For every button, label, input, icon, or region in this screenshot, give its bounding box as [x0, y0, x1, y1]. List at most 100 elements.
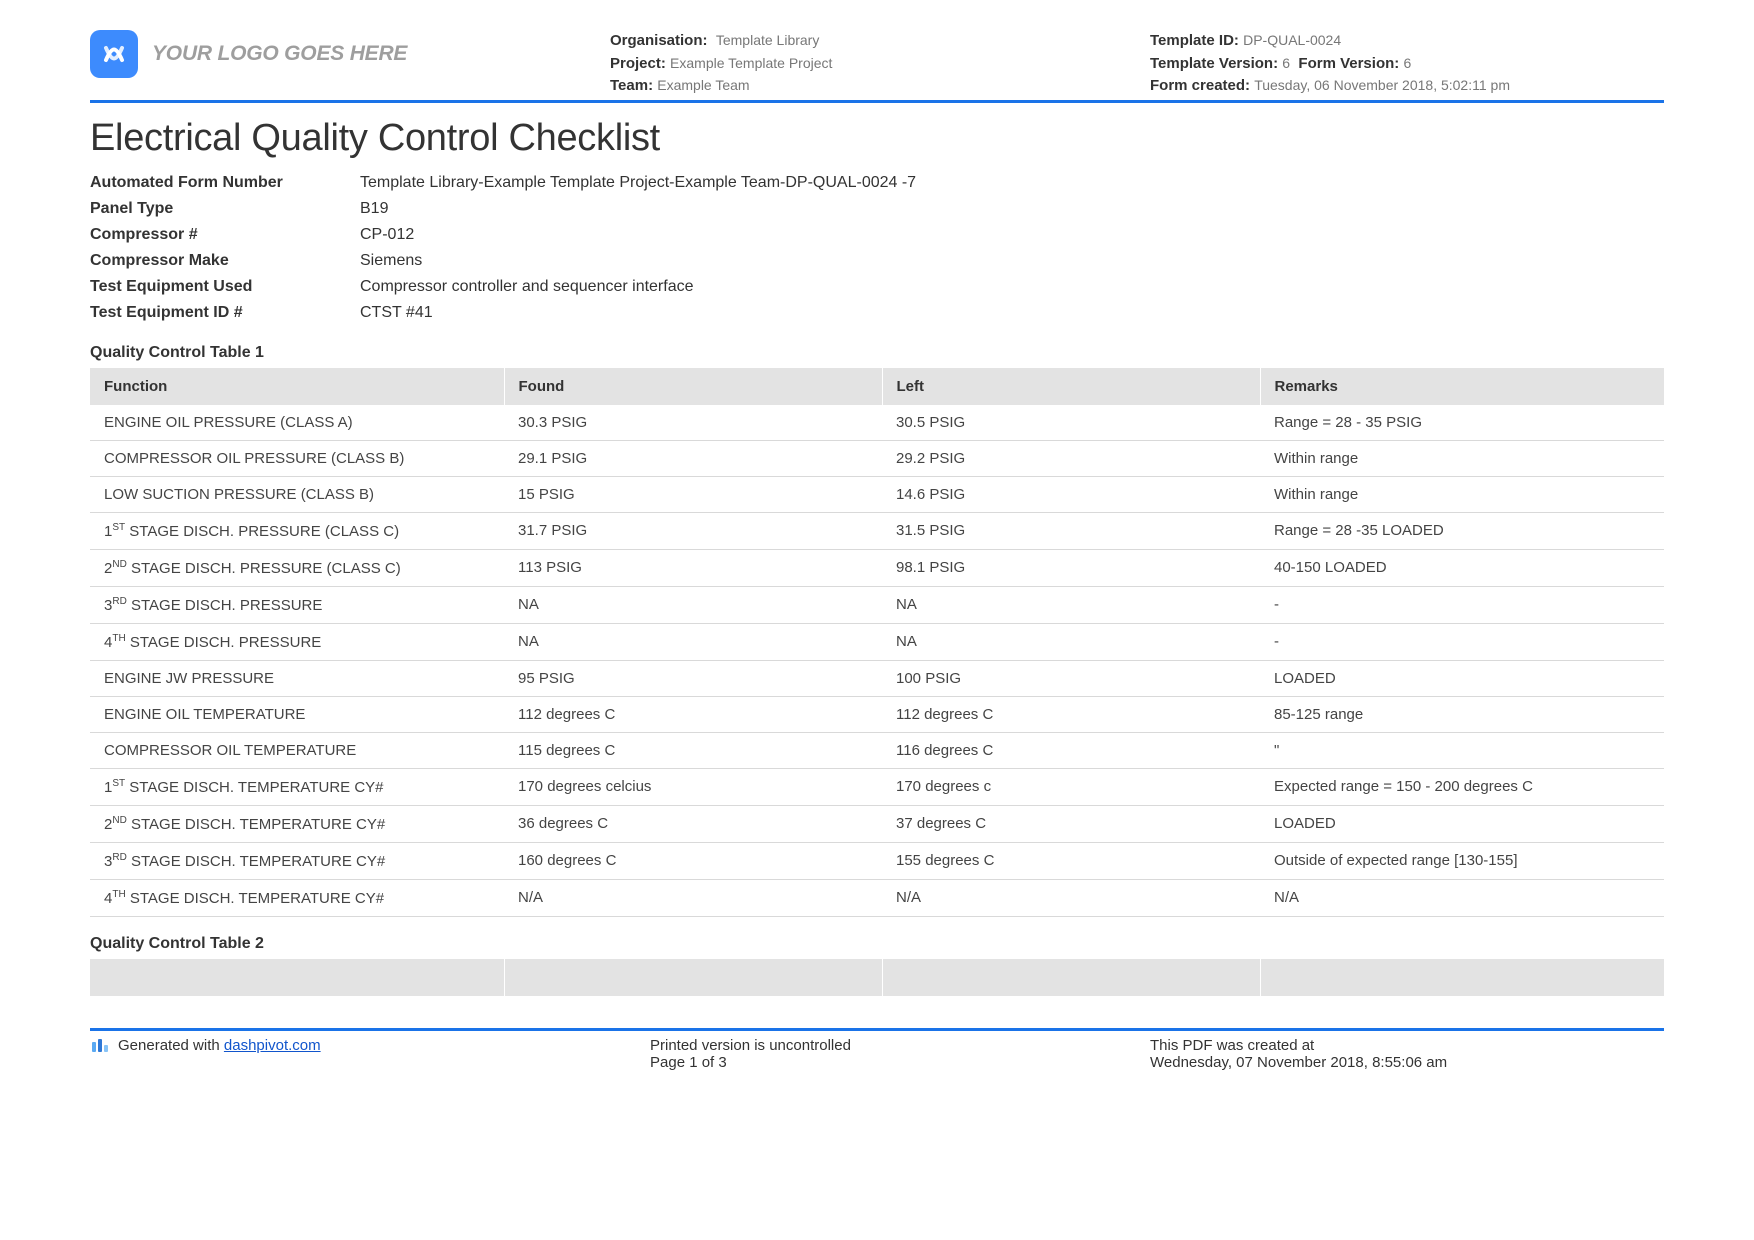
cell-found: N/A — [504, 879, 882, 916]
cell-remarks: " — [1260, 732, 1664, 768]
template-version-value: 6 — [1282, 55, 1290, 71]
project-label: Project: — [610, 55, 666, 72]
footer: Generated with dashpivot.com Printed ver… — [90, 1028, 1664, 1071]
template-id-value: DP-QUAL-0024 — [1243, 32, 1341, 48]
form-created-label: Form created: — [1150, 77, 1250, 94]
cell-found: 30.3 PSIG — [504, 405, 882, 441]
info-row: Test Equipment ID #CTST #41 — [90, 300, 1664, 326]
cell-remarks: - — [1260, 586, 1664, 623]
info-block: Automated Form NumberTemplate Library-Ex… — [90, 170, 1664, 326]
cell-left: 29.2 PSIG — [882, 440, 1260, 476]
info-row: Compressor #CP-012 — [90, 222, 1664, 248]
cell-function: ENGINE OIL PRESSURE (CLASS A) — [90, 405, 504, 441]
form-version-value: 6 — [1403, 55, 1411, 71]
footer-created-value: Wednesday, 07 November 2018, 8:55:06 am — [1150, 1054, 1664, 1071]
footer-generated-prefix: Generated with — [118, 1037, 224, 1054]
col-function: Function — [90, 368, 504, 405]
cell-left: 37 degrees C — [882, 805, 1260, 842]
cell-left: 155 degrees C — [882, 842, 1260, 879]
cell-function: 1ST STAGE DISCH. PRESSURE (CLASS C) — [90, 512, 504, 549]
header: YOUR LOGO GOES HERE Organisation: Templa… — [90, 30, 1664, 103]
footer-page-info: Printed version is uncontrolled Page 1 o… — [650, 1037, 1150, 1071]
cell-left: 170 degrees c — [882, 768, 1260, 805]
table-row: 3RD STAGE DISCH. PRESSURENANA- — [90, 586, 1664, 623]
footer-uncontrolled: Printed version is uncontrolled — [650, 1037, 1150, 1054]
table-row: 1ST STAGE DISCH. TEMPERATURE CY#170 degr… — [90, 768, 1664, 805]
col-blank-3 — [882, 959, 1260, 996]
info-label: Compressor Make — [90, 252, 360, 270]
table-row: LOW SUCTION PRESSURE (CLASS B)15 PSIG14.… — [90, 476, 1664, 512]
col-blank-4 — [1260, 959, 1664, 996]
cell-left: 116 degrees C — [882, 732, 1260, 768]
info-value: Compressor controller and sequencer inte… — [360, 278, 1664, 296]
footer-created-label: This PDF was created at — [1150, 1037, 1664, 1054]
info-value: CTST #41 — [360, 304, 1664, 322]
cell-left: 100 PSIG — [882, 660, 1260, 696]
info-value: Siemens — [360, 252, 1664, 270]
project-value: Example Template Project — [670, 55, 832, 71]
cell-function: 1ST STAGE DISCH. TEMPERATURE CY# — [90, 768, 504, 805]
cell-remarks: LOADED — [1260, 805, 1664, 842]
form-version-label: Form Version: — [1298, 55, 1399, 72]
cell-function: 4TH STAGE DISCH. PRESSURE — [90, 623, 504, 660]
col-remarks: Remarks — [1260, 368, 1664, 405]
cell-left: 30.5 PSIG — [882, 405, 1260, 441]
logo-icon — [90, 30, 138, 78]
quality-control-table-1: Function Found Left Remarks ENGINE OIL P… — [90, 368, 1664, 917]
cell-found: NA — [504, 586, 882, 623]
cell-function: 2ND STAGE DISCH. PRESSURE (CLASS C) — [90, 549, 504, 586]
table-row: 4TH STAGE DISCH. PRESSURENANA- — [90, 623, 1664, 660]
cell-found: 113 PSIG — [504, 549, 882, 586]
table-row: ENGINE OIL TEMPERATURE112 degrees C112 d… — [90, 696, 1664, 732]
template-version-label: Template Version: — [1150, 55, 1278, 72]
col-blank-2 — [504, 959, 882, 996]
cell-found: 31.7 PSIG — [504, 512, 882, 549]
cell-found: 29.1 PSIG — [504, 440, 882, 476]
footer-page: Page 1 of 3 — [650, 1054, 1150, 1071]
footer-generated-link[interactable]: dashpivot.com — [224, 1037, 321, 1054]
cell-remarks: 85-125 range — [1260, 696, 1664, 732]
info-value: B19 — [360, 200, 1664, 218]
cell-function: 2ND STAGE DISCH. TEMPERATURE CY# — [90, 805, 504, 842]
cell-remarks: Within range — [1260, 476, 1664, 512]
header-meta-right: Template ID: DP-QUAL-0024 Template Versi… — [1150, 30, 1664, 98]
table-row: 1ST STAGE DISCH. PRESSURE (CLASS C)31.7 … — [90, 512, 1664, 549]
page-title: Electrical Quality Control Checklist — [90, 117, 1664, 160]
cell-left: N/A — [882, 879, 1260, 916]
cell-found: 170 degrees celcius — [504, 768, 882, 805]
col-left: Left — [882, 368, 1260, 405]
footer-created: This PDF was created at Wednesday, 07 No… — [1150, 1037, 1664, 1071]
logo-text: YOUR LOGO GOES HERE — [152, 42, 407, 66]
template-id-label: Template ID: — [1150, 32, 1239, 49]
table-row: COMPRESSOR OIL TEMPERATURE115 degrees C1… — [90, 732, 1664, 768]
cell-left: 14.6 PSIG — [882, 476, 1260, 512]
cell-remarks: - — [1260, 623, 1664, 660]
table1-title: Quality Control Table 1 — [90, 344, 1664, 362]
org-label: Organisation: — [610, 32, 708, 49]
table2-title: Quality Control Table 2 — [90, 935, 1664, 953]
info-value: Template Library-Example Template Projec… — [360, 174, 1664, 192]
info-row: Panel TypeB19 — [90, 196, 1664, 222]
cell-remarks: 40-150 LOADED — [1260, 549, 1664, 586]
cell-function: ENGINE OIL TEMPERATURE — [90, 696, 504, 732]
table-row: 3RD STAGE DISCH. TEMPERATURE CY#160 degr… — [90, 842, 1664, 879]
info-label: Automated Form Number — [90, 174, 360, 192]
team-value: Example Team — [657, 77, 749, 93]
quality-control-table-2 — [90, 959, 1664, 996]
header-meta-left: Organisation: Template Library Project: … — [610, 30, 1150, 98]
info-label: Test Equipment ID # — [90, 304, 360, 322]
table-row: 2ND STAGE DISCH. PRESSURE (CLASS C)113 P… — [90, 549, 1664, 586]
table-row: ENGINE OIL PRESSURE (CLASS A)30.3 PSIG30… — [90, 405, 1664, 441]
cell-function: ENGINE JW PRESSURE — [90, 660, 504, 696]
cell-remarks: Range = 28 -35 LOADED — [1260, 512, 1664, 549]
cell-function: COMPRESSOR OIL TEMPERATURE — [90, 732, 504, 768]
col-blank-1 — [90, 959, 504, 996]
cell-function: 3RD STAGE DISCH. TEMPERATURE CY# — [90, 842, 504, 879]
info-label: Compressor # — [90, 226, 360, 244]
cell-remarks: Range = 28 - 35 PSIG — [1260, 405, 1664, 441]
cell-left: 98.1 PSIG — [882, 549, 1260, 586]
cell-remarks: N/A — [1260, 879, 1664, 916]
info-value: CP-012 — [360, 226, 1664, 244]
cell-left: NA — [882, 586, 1260, 623]
table-row: ENGINE JW PRESSURE95 PSIG100 PSIGLOADED — [90, 660, 1664, 696]
